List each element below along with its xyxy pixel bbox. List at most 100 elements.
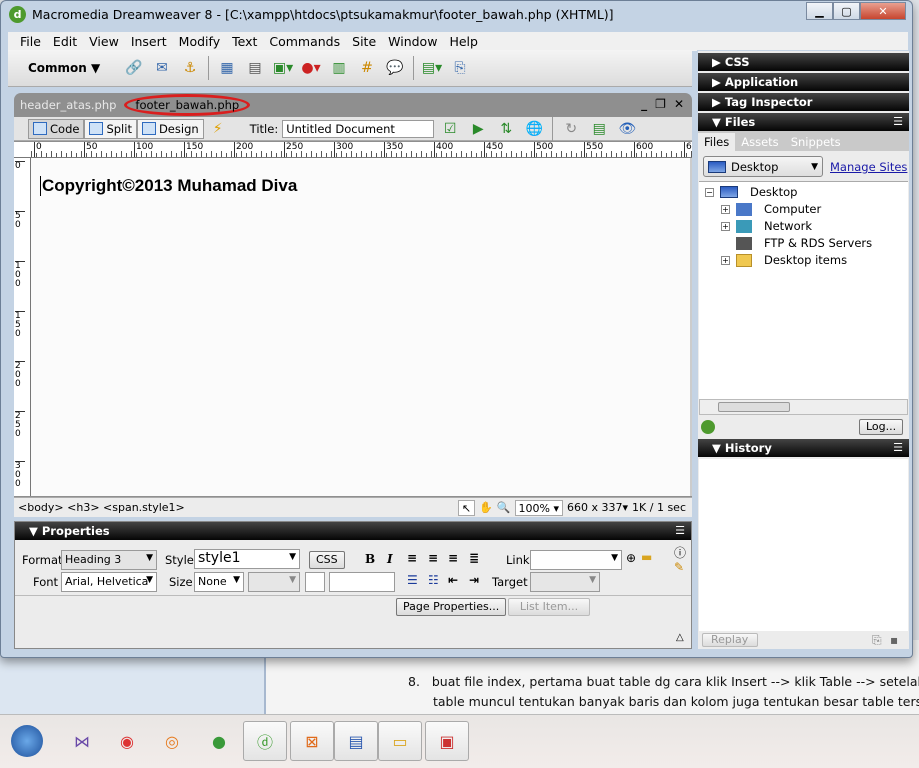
collapse-toggle[interactable]: − — [705, 187, 714, 197]
options-menu-icon[interactable]: ☰ — [675, 522, 685, 540]
align-left-icon[interactable]: ≡ — [407, 551, 417, 565]
validate-markup-icon[interactable]: ☑ — [440, 119, 460, 139]
design-view-button[interactable]: Design — [136, 118, 204, 139]
tab-header-atas[interactable]: header_atas.php — [14, 98, 122, 112]
options-menu-icon[interactable]: ☰ — [893, 439, 903, 457]
align-center-icon[interactable]: ≡ — [428, 551, 438, 565]
file-transfer-icon[interactable]: ⇅ — [496, 119, 516, 139]
expand-icon[interactable]: △ — [676, 632, 684, 643]
scrollbar[interactable] — [690, 158, 692, 496]
italic-button[interactable]: I — [387, 552, 393, 566]
hyperlink-icon[interactable]: 🔗 — [124, 58, 144, 78]
menu-view[interactable]: View — [83, 32, 125, 50]
media-icon[interactable]: ●▾ — [301, 58, 321, 78]
taskbar-app-icon[interactable]: ● — [197, 721, 241, 761]
maximize-button[interactable]: ▢ — [833, 2, 860, 20]
window-size[interactable]: 660 x 337▾ — [567, 501, 628, 514]
table-icon[interactable]: ▦ — [217, 58, 237, 78]
replay-button[interactable]: Replay — [702, 633, 758, 647]
refresh-icon[interactable]: ↻ — [561, 119, 581, 139]
templates-icon[interactable]: ▤▾ — [422, 58, 442, 78]
style-select[interactable]: style1 ▼ — [194, 549, 300, 569]
help-icon[interactable]: ⓘ — [674, 544, 686, 561]
manage-sites-link[interactable]: Manage Sites — [830, 160, 907, 174]
point-to-file-icon[interactable]: ⊕ — [626, 551, 636, 565]
taskbar-dreamweaver-icon[interactable]: ⓓ — [243, 721, 287, 761]
browse-folder-icon[interactable]: ▬ — [641, 550, 652, 564]
zoom-tool-icon[interactable]: 🔍 — [497, 501, 511, 514]
tab-snippets[interactable]: Snippets — [785, 133, 847, 151]
menu-modify[interactable]: Modify — [173, 32, 226, 50]
application-panel-header[interactable]: ▶ Application — [698, 73, 909, 91]
bold-button[interactable]: B — [365, 552, 375, 566]
hand-tool-icon[interactable]: ✋ — [479, 501, 493, 514]
unordered-list-icon[interactable]: ☰ — [407, 573, 418, 587]
zoom-select[interactable]: 100% ▾ — [514, 499, 564, 516]
expand-toggle[interactable]: + — [721, 255, 730, 265]
copy-steps-icon[interactable]: ⎘ — [872, 633, 882, 648]
doc-restore-button[interactable]: ❐ — [655, 97, 666, 111]
design-view[interactable]: Copyright©2013 Muhamad Diva — [31, 158, 690, 496]
menu-site[interactable]: Site — [346, 32, 382, 50]
tag-selector[interactable]: <body> <h3> <span.style1> — [18, 501, 185, 514]
tab-files[interactable]: Files — [698, 133, 736, 151]
link-input[interactable]: ▼ — [530, 550, 622, 570]
close-button[interactable]: ✕ — [860, 2, 906, 20]
menu-help[interactable]: Help — [443, 32, 484, 50]
tab-footer-bawah[interactable]: footer_bawah.php — [124, 94, 251, 116]
tag-inspector-panel-header[interactable]: ▶ Tag Inspector — [698, 93, 909, 111]
font-select[interactable]: Arial, Helvetica ▼ — [61, 572, 157, 592]
quick-tag-editor-icon[interactable]: ✎ — [674, 560, 684, 574]
page-heading[interactable]: Copyright©2013 Muhamad Diva — [40, 176, 297, 196]
history-panel-header[interactable]: ▼ History ☰ — [698, 439, 909, 457]
tree-item-network[interactable]: + Network — [721, 219, 812, 233]
tag-chooser-icon[interactable]: ⎘ — [450, 58, 470, 78]
menu-window[interactable]: Window — [382, 32, 443, 50]
taskbar-chrome-icon[interactable]: ◉ — [105, 721, 149, 761]
minimize-button[interactable]: ▁ — [806, 2, 833, 20]
size-unit-select[interactable]: ▼ — [248, 572, 300, 592]
format-select[interactable]: Heading 3 ▼ — [61, 550, 157, 570]
preview-browser-icon[interactable]: 🌐 — [524, 119, 544, 139]
css-panel-header[interactable]: ▶ CSS — [698, 53, 909, 71]
start-button[interactable] — [2, 721, 52, 761]
tree-item-desktop-items[interactable]: + Desktop items — [721, 253, 847, 267]
taskbar-powerpoint-icon[interactable]: ▣ — [425, 721, 469, 761]
email-link-icon[interactable]: ✉ — [152, 58, 172, 78]
doc-close-button[interactable]: ✕ — [674, 97, 684, 111]
menu-file[interactable]: File — [14, 32, 47, 50]
taskbar-firefox-icon[interactable]: ◎ — [150, 721, 194, 761]
live-data-icon[interactable]: ⚡ — [208, 119, 228, 139]
size-select[interactable]: None ▼ — [194, 572, 244, 592]
taskbar-word-icon[interactable]: ▤ — [334, 721, 378, 761]
align-right-icon[interactable]: ≡ — [448, 551, 458, 565]
taskbar-visualstudio-icon[interactable]: ⋈ — [60, 721, 104, 761]
menu-text[interactable]: Text — [226, 32, 263, 50]
doc-minimize-button[interactable]: _ — [641, 97, 647, 111]
files-panel-header[interactable]: ▼ Files ☰ — [698, 113, 909, 131]
code-view-button[interactable]: Code — [28, 118, 85, 139]
css-button[interactable]: CSS — [309, 551, 345, 569]
menu-insert[interactable]: Insert — [125, 32, 173, 50]
indent-icon[interactable]: ⇥ — [469, 573, 479, 587]
site-select[interactable]: Desktop ▼ — [703, 156, 823, 177]
named-anchor-icon[interactable]: ⚓ — [180, 58, 200, 78]
properties-header[interactable]: ▼ Properties ☰ — [15, 522, 691, 540]
view-options-icon[interactable]: ▤ — [589, 119, 609, 139]
save-command-icon[interactable]: ▪ — [890, 633, 898, 647]
expand-toggle[interactable]: + — [721, 204, 730, 214]
taskbar-xampp-icon[interactable]: ⊠ — [290, 721, 334, 761]
target-select[interactable]: ▼ — [530, 572, 600, 592]
page-properties-button[interactable]: Page Properties... — [396, 598, 507, 616]
tree-item-ftp-rds[interactable]: FTP & RDS Servers — [736, 236, 872, 250]
text-color-input[interactable] — [329, 572, 395, 592]
file-management-icon[interactable]: ▶ — [468, 119, 488, 139]
layer-icon[interactable]: ▤ — [245, 58, 265, 78]
image-icon[interactable]: ▣▾ — [273, 58, 293, 78]
options-menu-icon[interactable]: ☰ — [893, 113, 903, 131]
expand-toggle[interactable]: + — [721, 221, 730, 231]
ordered-list-icon[interactable]: ☷ — [428, 573, 439, 587]
split-view-button[interactable]: Split — [84, 118, 137, 139]
date-icon[interactable]: ▥ — [329, 58, 349, 78]
menu-edit[interactable]: Edit — [47, 32, 83, 50]
